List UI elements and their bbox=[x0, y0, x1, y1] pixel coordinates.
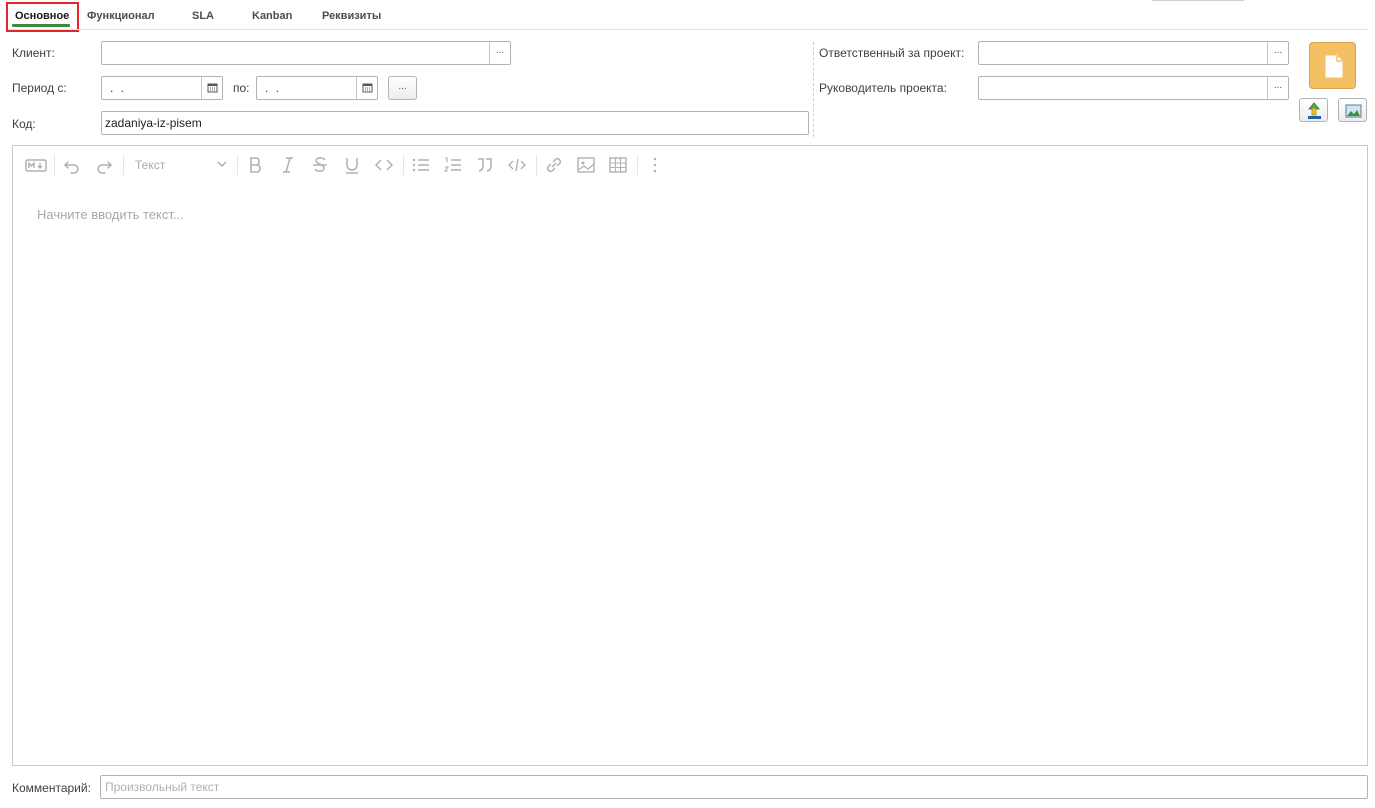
manager-field[interactable]: ... bbox=[978, 76, 1289, 100]
manager-label: Руководитель проекта: bbox=[819, 81, 947, 95]
tab-bar: Основное Функционал SLA Kanban Реквизиты bbox=[0, 0, 1375, 32]
quote-icon[interactable] bbox=[474, 154, 496, 176]
editor-placeholder: Начните вводить текст... bbox=[37, 207, 184, 222]
underline-icon[interactable] bbox=[341, 154, 363, 176]
code-value: zadaniya-iz-pisem bbox=[105, 116, 202, 130]
period-select-button[interactable]: ... bbox=[388, 76, 417, 100]
paragraph-style-select[interactable]: Текст bbox=[135, 158, 165, 172]
editor-toolbar: Текст bbox=[13, 146, 1367, 184]
link-icon[interactable] bbox=[543, 154, 565, 176]
period-from-label: Период с: bbox=[12, 81, 67, 95]
redo-icon[interactable] bbox=[93, 154, 115, 176]
more-options-icon[interactable] bbox=[644, 154, 666, 176]
manager-select-button[interactable]: ... bbox=[1267, 77, 1288, 99]
responsible-label: Ответственный за проект: bbox=[819, 46, 965, 60]
active-tab-indicator bbox=[12, 24, 70, 27]
chevron-down-icon[interactable] bbox=[216, 157, 228, 171]
view-picture-button[interactable] bbox=[1338, 98, 1367, 122]
upload-picture-button[interactable] bbox=[1299, 98, 1328, 122]
responsible-select-button[interactable]: ... bbox=[1267, 42, 1288, 64]
comment-input[interactable] bbox=[101, 776, 1367, 798]
period-to-field[interactable]: . . bbox=[256, 76, 378, 100]
undo-icon[interactable] bbox=[61, 154, 83, 176]
toolbar-separator bbox=[237, 155, 238, 175]
image-icon bbox=[1345, 104, 1362, 118]
responsible-field[interactable]: ... bbox=[978, 41, 1289, 65]
form-column-divider bbox=[813, 42, 814, 137]
code-field[interactable]: zadaniya-iz-pisem bbox=[101, 111, 809, 135]
bullet-list-icon[interactable] bbox=[410, 154, 432, 176]
period-to-value: . . bbox=[265, 81, 282, 95]
tab-kanban[interactable]: Kanban bbox=[252, 10, 292, 22]
tab-funktsional[interactable]: Функционал bbox=[87, 10, 155, 22]
bold-icon[interactable] bbox=[245, 154, 267, 176]
period-from-value: . . bbox=[110, 81, 127, 95]
document-icon bbox=[1325, 55, 1343, 78]
client-label: Клиент: bbox=[12, 46, 55, 60]
image-icon[interactable] bbox=[575, 154, 597, 176]
comment-label: Комментарий: bbox=[12, 781, 91, 795]
tab-bar-divider bbox=[8, 29, 1368, 30]
top-divider-fragment bbox=[1152, 0, 1244, 1]
table-icon[interactable] bbox=[607, 154, 629, 176]
code-block-icon[interactable] bbox=[506, 154, 528, 176]
toolbar-separator bbox=[123, 155, 124, 175]
project-picture-button[interactable] bbox=[1309, 42, 1356, 89]
client-field[interactable]: ... bbox=[101, 41, 511, 65]
toolbar-separator bbox=[536, 155, 537, 175]
markdown-icon[interactable] bbox=[25, 154, 47, 176]
toolbar-separator bbox=[403, 155, 404, 175]
comment-field[interactable] bbox=[100, 775, 1368, 799]
italic-icon[interactable] bbox=[277, 154, 299, 176]
rich-text-editor[interactable]: Текст Начните вводить текст... bbox=[12, 145, 1368, 766]
period-to-label: по: bbox=[233, 81, 250, 95]
code-label: Код: bbox=[12, 117, 36, 131]
strikethrough-icon[interactable] bbox=[309, 154, 331, 176]
upload-icon bbox=[1308, 102, 1321, 119]
tab-osnovnoe[interactable]: Основное bbox=[15, 10, 69, 22]
client-select-button[interactable]: ... bbox=[489, 42, 510, 64]
toolbar-separator bbox=[637, 155, 638, 175]
calendar-icon[interactable] bbox=[356, 77, 377, 99]
tab-sla[interactable]: SLA bbox=[192, 10, 214, 22]
inline-code-icon[interactable] bbox=[373, 154, 395, 176]
numbered-list-icon[interactable] bbox=[442, 154, 464, 176]
period-from-field[interactable]: . . bbox=[101, 76, 223, 100]
calendar-icon[interactable] bbox=[201, 77, 222, 99]
toolbar-separator bbox=[54, 155, 55, 175]
tab-rekvizity[interactable]: Реквизиты bbox=[322, 10, 381, 22]
